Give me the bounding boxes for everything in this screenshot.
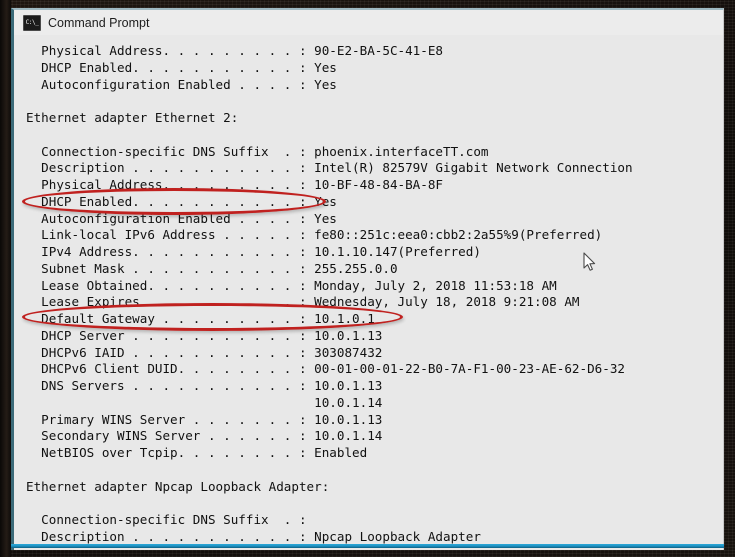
console-line: Connection-specific DNS Suffix . : phoen… (26, 143, 489, 159)
console-icon-glyph: C:\_ (25, 18, 39, 26)
console-line: Autoconfiguration Enabled . . . . : Yes (26, 76, 337, 92)
console-line: Connection-specific DNS Suffix . : (26, 512, 307, 527)
console-line: Link-local IPv6 Address . . . . . : fe80… (26, 227, 603, 243)
console-output-area[interactable]: Physical Address. . . . . . . . . : 90-E… (14, 35, 723, 550)
console-line: Physical Address. . . . . . . . . : 10-B… (26, 177, 444, 192)
window-title: Command Prompt (48, 15, 150, 30)
console-line: DHCP Enabled. . . . . . . . . . . : Yes (26, 193, 337, 209)
console-line: NetBIOS over Tcpip. . . . . . . . : Enab… (26, 445, 368, 460)
console-line: Primary WINS Server . . . . . . . : 10.0… (26, 411, 383, 427)
console-line: DHCPv6 Client DUID. . . . . . . . : 00-0… (26, 361, 625, 377)
window-titlebar[interactable]: C:\_ Command Prompt (14, 10, 723, 35)
console-line: Secondary WINS Server . . . . . . : 10.0… (26, 428, 383, 444)
console-line: Ethernet adapter Npcap Loopback Adapter: (26, 478, 330, 494)
desktop-background: C:\_ Command Prompt Physical Address. . … (0, 0, 735, 557)
console-line: Subnet Mask . . . . . . . . . . . : 255.… (26, 260, 398, 276)
console-line: IPv4 Address. . . . . . . . . . . : 10.1… (26, 244, 481, 259)
console-icon: C:\_ (23, 14, 41, 31)
console-line: Physical Address. . . . . . . . . : 90-E… (26, 43, 444, 58)
console-line: Ethernet adapter Ethernet 2: (26, 110, 239, 125)
console-line: DHCP Server . . . . . . . . . . . : 10.0… (26, 327, 383, 343)
command-prompt-window[interactable]: C:\_ Command Prompt Physical Address. . … (11, 8, 724, 550)
console-line: DHCP Enabled. . . . . . . . . . . : Yes (26, 59, 337, 75)
console-line: 10.0.1.14 (26, 394, 383, 410)
desktop-left-edge (0, 0, 11, 557)
console-line: Description . . . . . . . . . . . : Inte… (26, 160, 633, 176)
console-line: Description . . . . . . . . . . . : Npca… (26, 528, 481, 544)
console-line: Autoconfiguration Enabled . . . . : Yes (26, 210, 337, 226)
window-bottom-accent (11, 544, 724, 548)
console-line: DNS Servers . . . . . . . . . . . : 10.0… (26, 378, 383, 393)
console-line: Default Gateway . . . . . . . . . : 10.1… (26, 311, 375, 326)
console-line: DHCPv6 IAID . . . . . . . . . . . : 3030… (26, 344, 383, 360)
console-line: Lease Expires . . . . . . . . . . : Wedn… (26, 294, 580, 310)
console-line: Lease Obtained. . . . . . . . . . : Mond… (26, 277, 557, 293)
